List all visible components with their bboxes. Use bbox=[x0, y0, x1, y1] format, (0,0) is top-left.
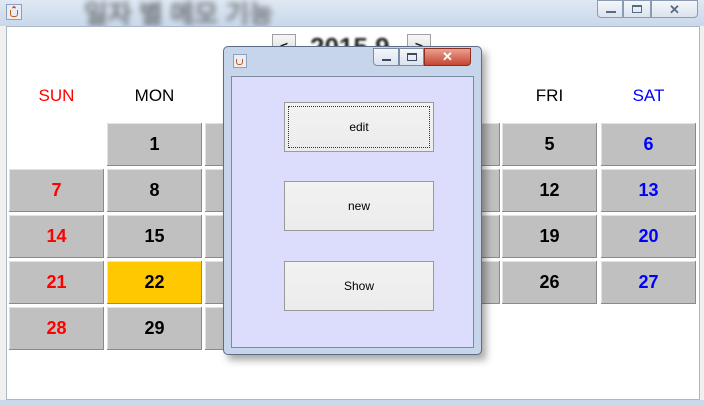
close-button[interactable]: ✕ bbox=[651, 0, 698, 18]
maximize-button[interactable] bbox=[623, 0, 651, 18]
close-icon: ✕ bbox=[442, 49, 453, 64]
minimize-icon bbox=[382, 59, 391, 61]
day-cell[interactable]: 28 bbox=[8, 306, 105, 351]
day-cell[interactable]: 12 bbox=[501, 168, 598, 213]
day-cell[interactable]: 8 bbox=[106, 168, 203, 213]
dialog-minimize-button[interactable] bbox=[373, 48, 399, 66]
weekday-header-mon: MON bbox=[134, 86, 175, 105]
day-cell[interactable]: 29 bbox=[106, 306, 203, 351]
close-icon: ✕ bbox=[669, 2, 680, 17]
day-cell[interactable]: 5 bbox=[501, 122, 598, 167]
new-button[interactable]: new bbox=[284, 181, 434, 231]
window-border bbox=[0, 400, 704, 406]
show-button[interactable]: Show bbox=[284, 261, 434, 311]
day-cell[interactable]: 19 bbox=[501, 214, 598, 259]
day-cell[interactable]: 21 bbox=[8, 260, 105, 305]
new-button-label: new bbox=[347, 199, 370, 213]
day-cell[interactable]: 1 bbox=[106, 122, 203, 167]
focus-ring bbox=[288, 106, 430, 148]
dialog-maximize-button[interactable] bbox=[399, 48, 424, 66]
day-cell[interactable]: 14 bbox=[8, 214, 105, 259]
dialog-content: edit new Show bbox=[231, 76, 474, 348]
minimize-button[interactable] bbox=[597, 0, 623, 18]
show-button-label: Show bbox=[343, 279, 375, 293]
weekday-header-fri: FRI bbox=[535, 86, 564, 105]
day-cell[interactable]: 13 bbox=[600, 168, 697, 213]
maximize-icon bbox=[407, 53, 417, 61]
weekday-header-sat: SAT bbox=[632, 86, 665, 105]
day-cell[interactable]: 26 bbox=[501, 260, 598, 305]
day-cell[interactable]: 15 bbox=[106, 214, 203, 259]
day-cell-today[interactable]: 22 bbox=[106, 260, 203, 305]
day-cell[interactable]: 20 bbox=[600, 214, 697, 259]
weekday-header-sun: SUN bbox=[38, 86, 75, 105]
title-bar[interactable]: 일자 별 메모 기능 ✕ bbox=[0, 0, 704, 29]
maximize-icon bbox=[632, 5, 642, 13]
java-icon[interactable] bbox=[6, 4, 22, 20]
minimize-icon bbox=[606, 11, 616, 13]
day-cell[interactable]: 7 bbox=[8, 168, 105, 213]
day-cell[interactable]: 27 bbox=[600, 260, 697, 305]
java-icon[interactable] bbox=[233, 54, 247, 68]
day-cell[interactable]: 6 bbox=[600, 122, 697, 167]
edit-button[interactable]: edit bbox=[284, 102, 434, 152]
dialog-close-button[interactable]: ✕ bbox=[424, 48, 471, 66]
memo-dialog: ✕ edit new Show bbox=[223, 46, 482, 355]
